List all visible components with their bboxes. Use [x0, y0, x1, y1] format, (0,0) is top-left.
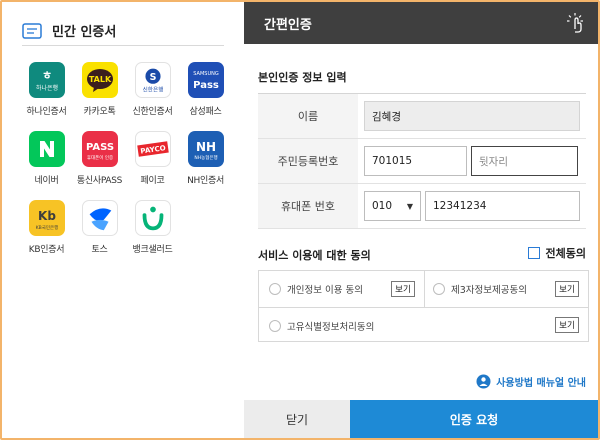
svg-text:신한은행: 신한은행 — [142, 85, 163, 93]
phone-label: 휴대폰 번호 — [258, 184, 358, 228]
app-banksalad[interactable]: 뱅크샐러드 — [126, 200, 179, 255]
payco-icon: PAYCO — [134, 131, 171, 167]
svg-text:TALK: TALK — [88, 75, 111, 84]
certificate-icon — [22, 22, 42, 39]
radio-icon — [269, 320, 281, 332]
top-bar: 간편인증 — [244, 2, 598, 44]
svg-text:NH농협은행: NH농협은행 — [194, 154, 217, 161]
app-label: 네이버 — [34, 176, 59, 186]
touch-icon — [564, 12, 586, 34]
kakaotalk-icon: TALK — [81, 62, 118, 98]
consent-divider — [424, 271, 425, 307]
private-certificate-panel: 민간 인증서 ㅎ 하나은행 하나인증서 TALK 카카오톡 S 신한은행 신한인… — [2, 2, 244, 438]
view-third-party-button[interactable]: 보기 — [555, 281, 579, 297]
radio-icon — [269, 283, 281, 295]
view-unique-id-button[interactable]: 보기 — [555, 317, 579, 333]
app-label: 카카오톡 — [83, 107, 116, 117]
app-payco[interactable]: PAYCO 페이코 — [126, 131, 179, 186]
private-certificate-title: 민간 인증서 — [52, 25, 117, 40]
kb-bank-icon: Kb KB국민은행 — [28, 200, 65, 236]
view-privacy-button[interactable]: 보기 — [391, 281, 415, 297]
pass-icon: PASS 휴대폰이 인증 — [81, 131, 118, 167]
samsung-pass-icon: SAMSUNG Pass — [187, 62, 224, 98]
app-naver[interactable]: 네이버 — [20, 131, 73, 186]
consent-label: 제3자정보제공동의 — [451, 285, 527, 296]
svg-text:KB국민은행: KB국민은행 — [35, 224, 58, 231]
radio-icon — [433, 283, 445, 295]
private-certificate-header: 민간 인증서 — [22, 16, 224, 46]
name-row: 이름 김혜경 — [258, 94, 586, 139]
phone-row: 휴대폰 번호 010 ▼ 12341234 — [258, 184, 586, 229]
svg-text:ㅎ: ㅎ — [41, 69, 51, 82]
simple-auth-panel: 간편인증 본인인증 정보 입력 이름 김혜경 주민등록번호 701015 뒷자리… — [244, 2, 598, 438]
consent-label: 개인정보 이용 동의 — [287, 285, 363, 296]
rrn-front-input[interactable]: 701015 — [364, 146, 467, 176]
banksalad-icon — [134, 200, 171, 236]
identity-form: 이름 김혜경 주민등록번호 701015 뒷자리 휴대폰 번호 010 ▼ 12… — [258, 93, 586, 229]
dropdown-arrow-icon: ▼ — [406, 201, 413, 211]
name-field: 김혜경 — [364, 101, 580, 131]
consent-item-privacy[interactable]: 개인정보 이용 동의 — [269, 282, 363, 296]
consent-title: 서비스 이용에 대한 동의 — [258, 249, 371, 262]
certificate-app-grid: ㅎ 하나은행 하나인증서 TALK 카카오톡 S 신한은행 신한인증서 SAMS… — [20, 62, 240, 255]
rrn-back-input[interactable]: 뒷자리 — [471, 146, 578, 176]
app-label: 토스 — [91, 245, 108, 255]
app-label: 신한인증서 — [132, 107, 173, 117]
checkbox-icon — [527, 247, 540, 259]
app-hana[interactable]: ㅎ 하나은행 하나인증서 — [20, 62, 73, 117]
app-label: 페이코 — [140, 176, 165, 186]
page-title: 간편인증 — [264, 17, 312, 33]
svg-text:NH: NH — [195, 140, 215, 154]
manual-link-label: 사용방법 매뉴얼 안내 — [496, 378, 586, 389]
app-kakaotalk[interactable]: TALK 카카오톡 — [73, 62, 126, 117]
app-samsung-pass[interactable]: SAMSUNG Pass 삼성패스 — [179, 62, 232, 117]
svg-text:SAMSUNG: SAMSUNG — [193, 71, 219, 77]
app-kb[interactable]: Kb KB국민은행 KB인증서 — [20, 200, 73, 255]
action-bar: 닫기 인증 요청 — [244, 400, 598, 438]
svg-text:S: S — [149, 72, 156, 83]
naver-icon — [28, 131, 65, 167]
rrn-row: 주민등록번호 701015 뒷자리 — [258, 139, 586, 184]
svg-text:휴대폰이 인증: 휴대폰이 인증 — [86, 154, 112, 161]
carrier-select[interactable]: 010 ▼ — [364, 191, 421, 221]
consent-label: 고유식별정보처리동의 — [287, 322, 375, 333]
user-guide-icon — [476, 374, 491, 389]
select-all-label: 전체동의 — [545, 247, 586, 260]
app-label: 하나인증서 — [26, 107, 67, 117]
phone-number-value: 12341234 — [433, 200, 487, 212]
consent-item-unique-id[interactable]: 고유식별정보처리동의 — [269, 319, 374, 333]
app-label: 통신사PASS — [76, 176, 123, 186]
close-button[interactable]: 닫기 — [244, 400, 350, 438]
carrier-value: 010 — [372, 200, 393, 212]
app-label: KB인증서 — [28, 245, 65, 255]
auth-request-button[interactable]: 인증 요청 — [350, 400, 598, 438]
svg-text:PASS: PASS — [85, 142, 113, 153]
app-label: 뱅크샐러드 — [132, 245, 173, 255]
app-nh[interactable]: NH NH농협은행 NH인증서 — [179, 131, 232, 186]
name-label: 이름 — [258, 94, 358, 138]
toss-icon — [81, 200, 118, 236]
app-toss[interactable]: 토스 — [73, 200, 126, 255]
nh-icon: NH NH농협은행 — [187, 131, 224, 167]
manual-link[interactable]: 사용방법 매뉴얼 안내 — [476, 374, 586, 389]
svg-text:Pass: Pass — [193, 80, 219, 91]
identity-section-title: 본인인증 정보 입력 — [258, 71, 347, 84]
name-value: 김혜경 — [372, 110, 401, 123]
rrn-back-placeholder: 뒷자리 — [479, 155, 508, 168]
consent-item-third-party[interactable]: 제3자정보제공동의 — [433, 282, 527, 296]
shinhan-bank-icon: S 신한은행 — [134, 62, 171, 98]
svg-text:Kb: Kb — [38, 209, 56, 223]
app-shinhan[interactable]: S 신한은행 신한인증서 — [126, 62, 179, 117]
consent-divider — [259, 307, 588, 308]
app-label: NH인증서 — [187, 176, 224, 186]
rrn-front-value: 701015 — [372, 155, 413, 167]
select-all-checkbox[interactable]: 전체동의 — [527, 245, 586, 261]
app-label: 삼성패스 — [189, 107, 222, 117]
hana-bank-icon: ㅎ 하나은행 — [28, 62, 65, 98]
rrn-label: 주민등록번호 — [258, 139, 358, 183]
phone-number-input[interactable]: 12341234 — [425, 191, 580, 221]
app-pass[interactable]: PASS 휴대폰이 인증 통신사PASS — [73, 131, 126, 186]
svg-text:하나은행: 하나은행 — [35, 84, 57, 92]
consent-list: 개인정보 이용 동의 보기 제3자정보제공동의 보기 고유식별정보처리동의 보기 — [258, 270, 589, 342]
